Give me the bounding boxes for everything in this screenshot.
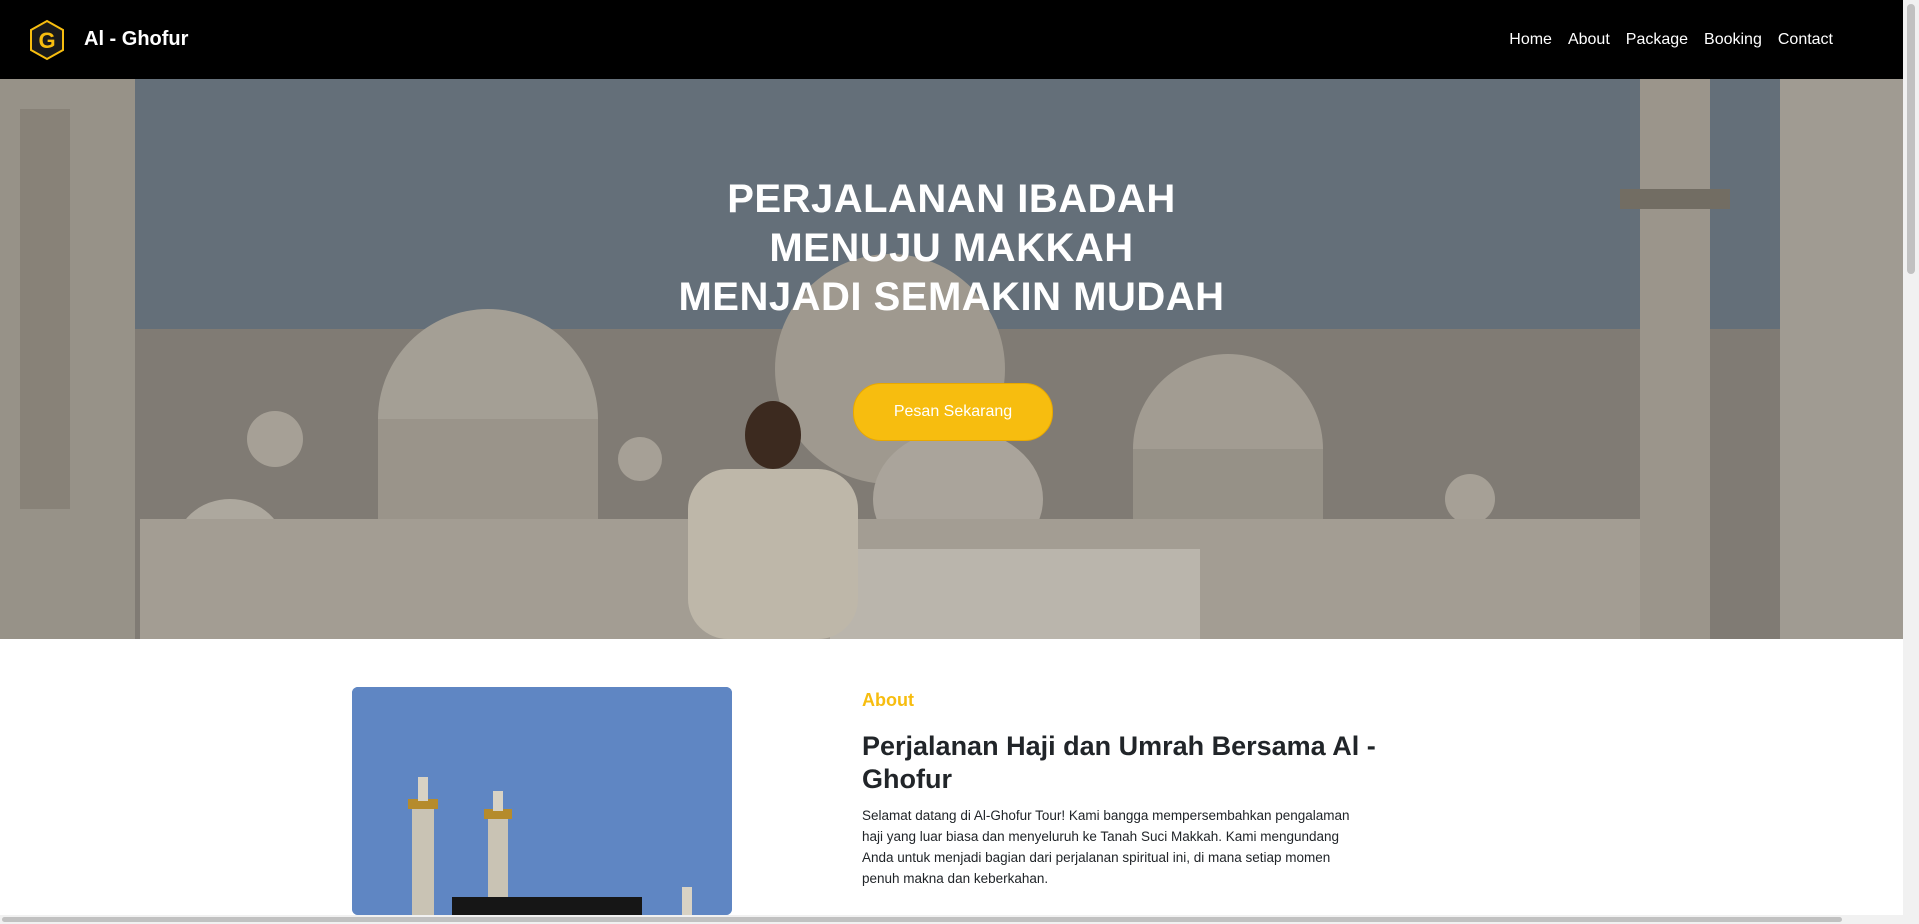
about-description: Selamat datang di Al-Ghofur Tour! Kami b… xyxy=(862,808,1350,886)
hexagon-g-logo-icon: G xyxy=(30,19,64,60)
hero-section: PERJALANAN IBADAH MENUJU MAKKAH MENJADI … xyxy=(0,79,1903,639)
hero-title-line-1: PERJALANAN IBADAH xyxy=(727,177,1176,221)
horizontal-scrollbar[interactable] xyxy=(0,915,1903,924)
nav-booking-link[interactable]: Booking xyxy=(1704,31,1762,49)
hero-title: PERJALANAN IBADAH MENUJU MAKKAH MENJADI … xyxy=(0,175,1903,322)
nav-about-link[interactable]: About xyxy=(1568,31,1610,49)
horizontal-scroll-thumb[interactable] xyxy=(2,917,1842,922)
hero-overlay xyxy=(0,79,1903,639)
nav-contact-link[interactable]: Contact xyxy=(1778,31,1833,49)
brand-name: Al - Ghofur xyxy=(84,28,189,50)
book-now-button[interactable]: Pesan Sekarang xyxy=(853,383,1053,441)
navbar: G Al - Ghofur Home About Package Booking… xyxy=(0,0,1903,79)
logo-letter: G xyxy=(38,28,55,53)
about-label: About xyxy=(862,690,914,710)
nav-package-link[interactable]: Package xyxy=(1626,31,1688,49)
about-kaaba-image xyxy=(352,687,732,915)
about-heading: Perjalanan Haji dan Umrah Bersama Al - G… xyxy=(862,731,1376,794)
brand-link[interactable]: G Al - Ghofur xyxy=(28,19,188,61)
hero-title-line-2: MENUJU MAKKAH xyxy=(769,226,1134,270)
nav-home-link[interactable]: Home xyxy=(1509,31,1552,49)
nav-links: Home About Package Booking Contact xyxy=(1493,0,1833,79)
vertical-scroll-thumb[interactable] xyxy=(1907,4,1915,274)
vertical-scrollbar[interactable] xyxy=(1903,0,1919,924)
hero-title-line-3: MENJADI SEMAKIN MUDAH xyxy=(678,275,1225,319)
